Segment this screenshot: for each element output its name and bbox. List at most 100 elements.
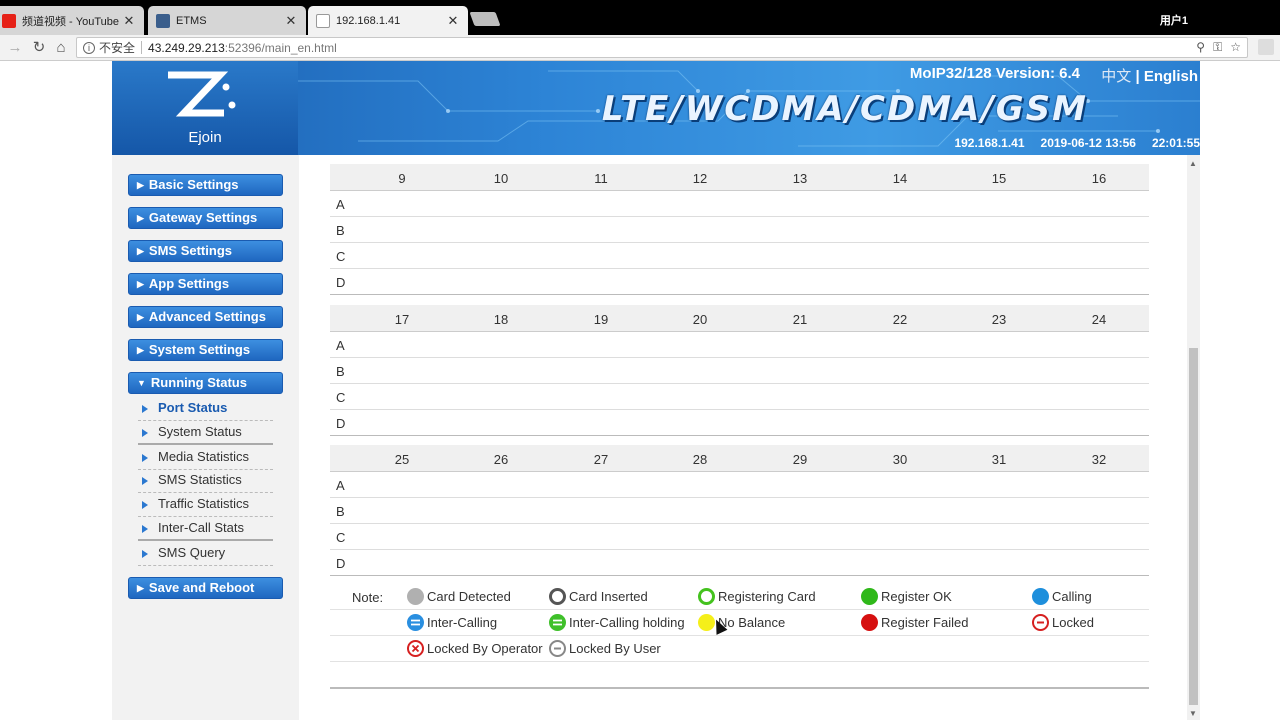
- divider: [330, 687, 1149, 689]
- reload-icon[interactable]: ↻: [30, 39, 48, 57]
- table-row: B: [330, 498, 1149, 524]
- lang-chinese-link[interactable]: 中文: [1101, 68, 1131, 85]
- legend-label: Register Failed: [881, 615, 969, 630]
- port-number: 15: [991, 171, 1007, 186]
- port-number: 29: [792, 452, 808, 467]
- menu-basic-settings[interactable]: ▶ Basic Settings: [128, 174, 283, 196]
- extension-icon[interactable]: [1258, 39, 1274, 55]
- bullet-icon: [142, 501, 148, 509]
- tab-etms[interactable]: ETMS ✕: [148, 6, 306, 35]
- legend-item: Registering Card: [698, 588, 816, 605]
- legend-label: Inter-Calling: [427, 615, 498, 630]
- menu-advanced-settings[interactable]: ▶ Advanced Settings: [128, 306, 283, 328]
- sidebar-item-media-statistics[interactable]: Media Statistics: [138, 446, 273, 470]
- logo-text: Ejoin: [188, 129, 222, 146]
- menu-system-settings[interactable]: ▶ System Settings: [128, 339, 283, 361]
- port-number: 12: [692, 171, 708, 186]
- user-profile-label[interactable]: 用户1: [1160, 12, 1188, 28]
- slot-label: D: [336, 416, 346, 431]
- slot-label: D: [336, 556, 346, 571]
- logo-panel: Ejoin: [112, 61, 298, 155]
- legend-item: Locked By Operator: [407, 640, 543, 657]
- table-row: A: [330, 472, 1149, 498]
- browser-tab-bar: 频道视频 - YouTube St ✕ ETMS ✕ 192.168.1.41 …: [0, 0, 1280, 35]
- caret-right-icon: ▶: [137, 213, 144, 223]
- ejoin-logo-icon: [168, 71, 236, 117]
- legend-item: Calling: [1032, 588, 1092, 605]
- legend-row: Note: Card Detected Card Inserted Regist…: [330, 584, 1149, 610]
- sidebar-item-inter-call-stats[interactable]: Inter-Call Stats: [138, 517, 273, 541]
- menu-label: SMS Settings: [148, 243, 232, 258]
- register-ok-icon: [861, 588, 878, 605]
- sidebar-item-traffic-statistics[interactable]: Traffic Statistics: [138, 493, 273, 517]
- close-icon[interactable]: ✕: [446, 13, 460, 29]
- port-number: 14: [892, 171, 908, 186]
- port-number: 16: [1091, 171, 1107, 186]
- table-row: A: [330, 332, 1149, 358]
- port-number: 13: [792, 171, 808, 186]
- menu-running-status[interactable]: ▼ Running Status: [128, 372, 283, 394]
- close-icon[interactable]: ✕: [122, 13, 136, 29]
- zoom-icon[interactable]: ⚲: [1196, 40, 1205, 55]
- etms-icon: [156, 13, 170, 28]
- tab-youtube[interactable]: 频道视频 - YouTube St ✕: [0, 6, 144, 35]
- locked-icon: [1032, 614, 1049, 631]
- sidebar-item-label: System Status: [158, 424, 242, 439]
- close-icon[interactable]: ✕: [284, 13, 298, 29]
- legend-label: Register OK: [881, 589, 952, 604]
- star-icon[interactable]: ☆: [1230, 40, 1241, 55]
- bullet-icon: [142, 550, 148, 558]
- sidebar-item-port-status[interactable]: Port Status: [138, 397, 273, 421]
- port-number: 19: [593, 312, 609, 327]
- sidebar-item-system-status[interactable]: System Status: [138, 421, 273, 445]
- registering-card-icon: [698, 588, 715, 605]
- url-input[interactable]: i 不安全 43.249.29.213 :52396/main_en.html …: [76, 37, 1248, 58]
- table-row: B: [330, 358, 1149, 384]
- legend-label: Registering Card: [718, 589, 816, 604]
- table-row: B: [330, 217, 1149, 243]
- bullet-icon: [142, 525, 148, 533]
- home-icon[interactable]: ⌂: [52, 39, 70, 57]
- port-number: 26: [493, 452, 509, 467]
- legend-label: Locked By Operator: [427, 641, 543, 656]
- legend-item: Register OK: [861, 588, 952, 605]
- url-path: :52396/main_en.html: [224, 40, 337, 55]
- key-icon[interactable]: ⚿: [1213, 40, 1222, 55]
- table-row: D: [330, 550, 1149, 576]
- bullet-icon: [142, 405, 148, 413]
- scrollbar-thumb[interactable]: [1189, 348, 1198, 705]
- menu-app-settings[interactable]: ▶ App Settings: [128, 273, 283, 295]
- sidebar-item-sms-query[interactable]: SMS Query: [138, 542, 273, 566]
- product-title: LTE/WCDMA/CDMA/GSM: [601, 89, 1088, 129]
- back-arrow-icon[interactable]: →: [6, 39, 24, 57]
- info-icon[interactable]: i: [83, 41, 95, 54]
- scroll-down-icon[interactable]: ▼: [1189, 709, 1197, 718]
- caret-right-icon: ▶: [137, 312, 144, 322]
- sidebar-item-sms-statistics[interactable]: SMS Statistics: [138, 469, 273, 493]
- new-tab-button[interactable]: [469, 12, 501, 26]
- save-and-reboot-button[interactable]: ▶ Save and Reboot: [128, 577, 283, 599]
- address-bar: → ↻ ⌂ i 不安全 43.249.29.213 :52396/main_en…: [0, 35, 1280, 61]
- table-row: D: [330, 269, 1149, 295]
- version-label: MoIP32/128 Version: 6.4: [909, 65, 1080, 82]
- page-icon: [316, 13, 330, 28]
- scroll-up-icon[interactable]: ▲: [1189, 159, 1197, 168]
- slot-label: D: [336, 275, 346, 290]
- tab-title: 频道视频 - YouTube St: [22, 15, 122, 28]
- tab-router[interactable]: 192.168.1.41 ✕: [308, 6, 468, 35]
- page-margin: [0, 61, 112, 720]
- page-scrollbar[interactable]: ▲ ▼: [1187, 155, 1200, 720]
- lang-english-link[interactable]: English: [1144, 68, 1198, 85]
- sidebar: ▶ Basic Settings ▶ Gateway Settings ▶ SMS S…: [112, 155, 299, 720]
- menu-sms-settings[interactable]: ▶ SMS Settings: [128, 240, 283, 262]
- port-number: 32: [1091, 452, 1107, 467]
- legend-label: Locked By User: [569, 641, 661, 656]
- slot-label: B: [336, 364, 345, 379]
- legend-label: Locked: [1052, 615, 1094, 630]
- youtube-icon: [2, 13, 16, 28]
- port-header-row: 25 26 27 28 29 30 31 32: [330, 445, 1149, 472]
- menu-gateway-settings[interactable]: ▶ Gateway Settings: [128, 207, 283, 229]
- legend-label: Calling: [1052, 589, 1092, 604]
- port-number: 17: [394, 312, 410, 327]
- menu-label: System Settings: [148, 342, 251, 357]
